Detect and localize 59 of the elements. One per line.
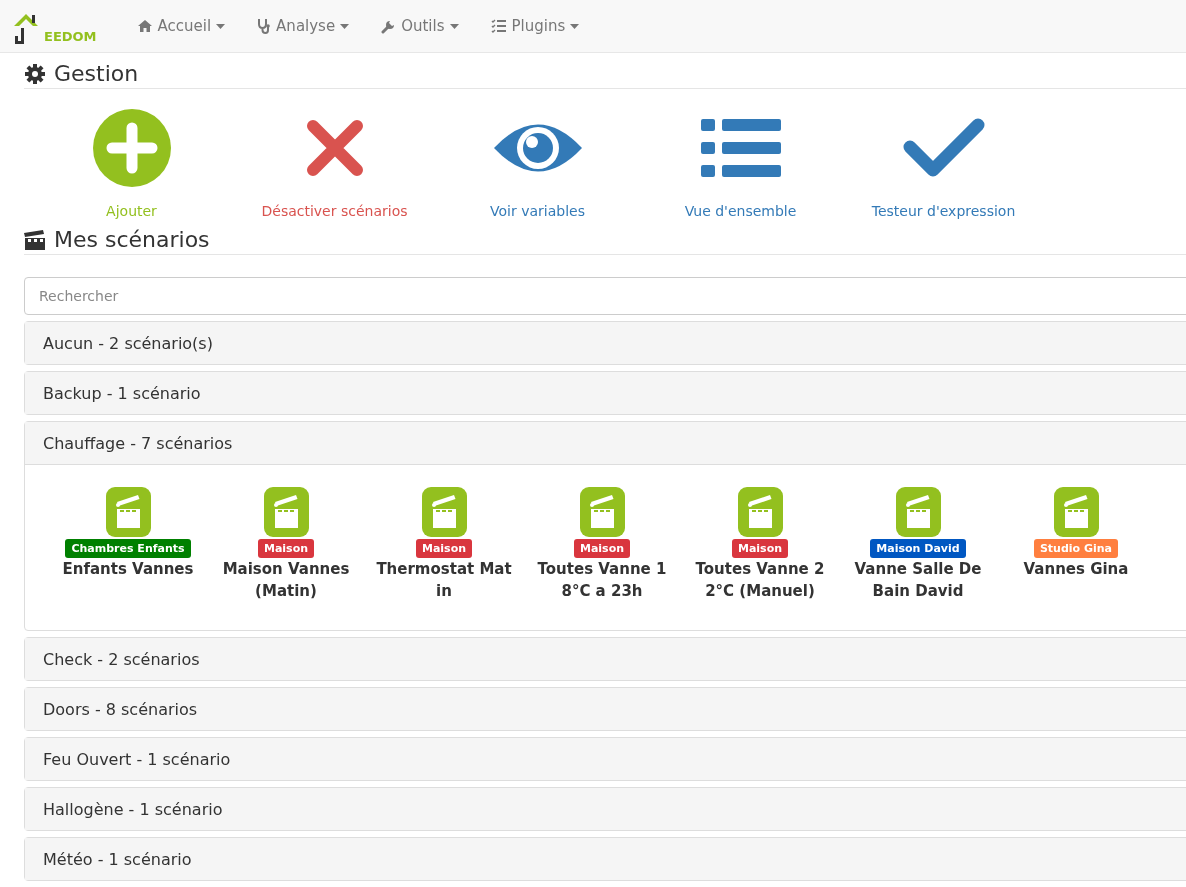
scenario-card[interactable]: Studio Gina Vannes Gina [997,487,1155,602]
add-icon [92,109,171,187]
tag-label: Maison [257,539,315,558]
tag-label: Chambres Enfants [65,539,191,558]
nav-menu[interactable]: Outils [365,17,475,35]
clapperboard-icon [24,229,46,250]
scenario-name: Toutes Vanne 22°C (Manuel) [694,559,826,602]
group-header[interactable]: Chauffage - 7 scénarios [25,422,1186,464]
scenario-card[interactable]: Maison Maison Vannes (Matin) [207,487,365,602]
scenario-card[interactable]: Maison Toutes Vanne 22°C (Manuel) [681,487,839,602]
scenario-name: Enfants Vannes [61,559,195,580]
tag-label: Maison [415,539,473,558]
group-header[interactable]: Météo - 1 scénario [25,838,1186,880]
nav-menu[interactable]: Accueil [120,17,242,35]
group-header[interactable]: Backup - 1 scénario [25,372,1186,414]
section-title: Mes scénarios [54,227,210,252]
clapperboard-icon [579,487,625,537]
caret-icon [216,23,226,29]
tag-label: Maison [573,539,631,558]
tag-label: Maison David [870,539,966,558]
gear-icon [24,62,46,85]
group-header[interactable]: Aucun - 2 scénario(s) [25,322,1186,364]
scenario-name: Toutes Vanne 18°C a 23h [536,559,668,602]
checklist-icon [490,19,507,33]
action-button[interactable]: Désactiver scénarios [233,109,436,219]
scenario-card[interactable]: Maison Thermostat Matin [365,487,523,602]
tag-label: Studio Gina [1033,539,1119,558]
clapperboard-icon [737,487,783,537]
action-button[interactable]: Voir variables [436,109,639,219]
clapperboard-icon [421,487,467,537]
group-header[interactable]: Feu Ouvert - 1 scénario [25,738,1186,780]
clapperboard-icon [105,487,151,537]
tag-label: Maison [731,539,789,558]
scenario-card[interactable]: Maison Toutes Vanne 18°C a 23h [523,487,681,602]
nav-menu[interactable]: Analyse [241,17,366,35]
group-header[interactable]: Hallogène - 1 scénario [25,788,1186,830]
group-header[interactable]: Doors - 8 scénarios [25,688,1186,730]
group-header[interactable]: Check - 2 scénarios [25,638,1186,680]
caret-icon [340,23,350,29]
logo-text: EEDOM [44,29,97,44]
clapperboard-icon [263,487,309,537]
scenario-name: Vanne Salle De Bain David [853,559,983,602]
scenario-name: Vannes Gina [1022,559,1130,580]
stethoscope-icon [257,18,272,34]
scenario-card[interactable]: Chambres Enfants Enfants Vannes [49,487,207,602]
scenario-name: Thermostat Matin [375,559,513,602]
clapperboard-icon [895,487,941,537]
home-icon [136,19,153,33]
action-button[interactable]: Testeur d'expression [842,109,1045,219]
section-title: Gestion [54,61,139,86]
caret-icon [570,23,580,29]
wrench-icon [381,18,397,34]
clapperboard-icon [1053,487,1099,537]
scenario-card[interactable]: Maison David Vanne Salle De Bain David [839,487,997,602]
scenario-name: Maison Vannes (Matin) [221,559,351,602]
action-button[interactable]: Vue d'ensemble [639,109,842,219]
nav-menu[interactable]: Plugins [474,17,596,35]
caret-icon [449,23,459,29]
search-field[interactable]: Rechercher [24,277,1186,315]
